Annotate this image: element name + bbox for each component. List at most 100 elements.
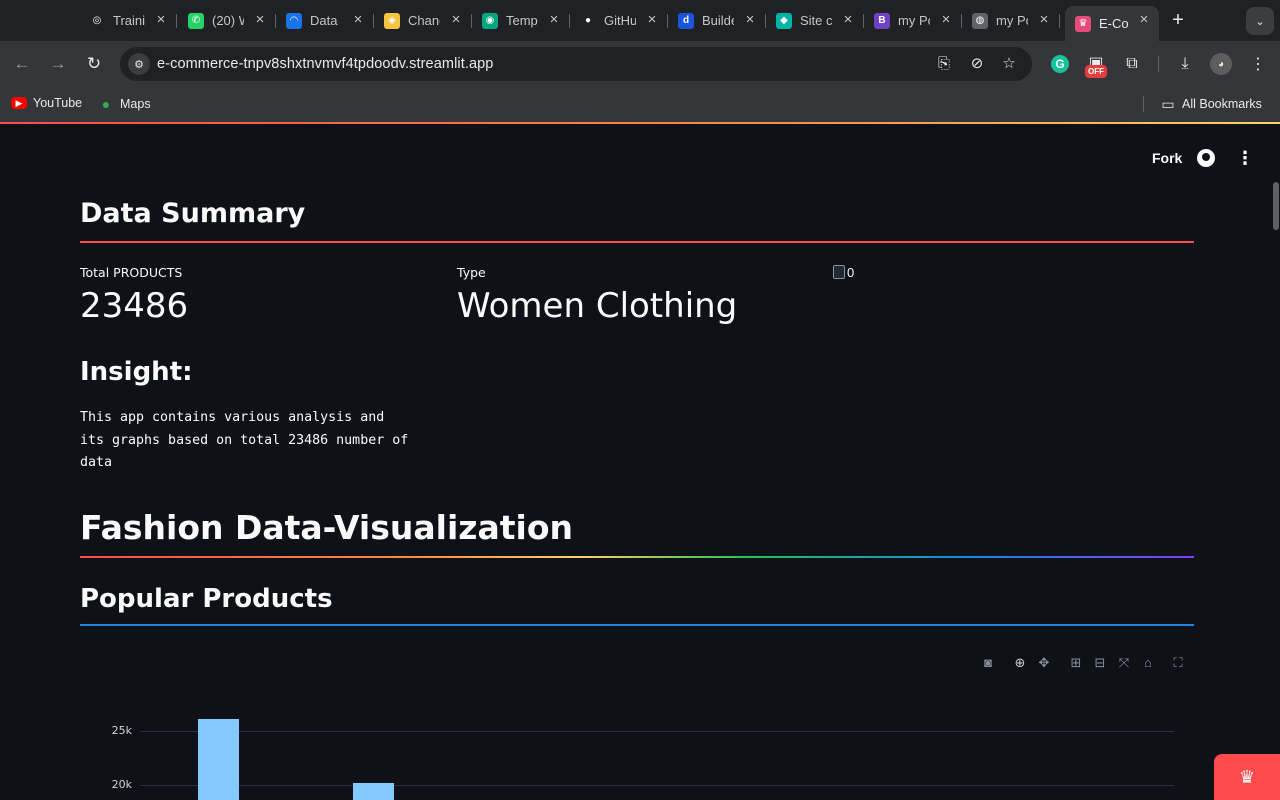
tab-close-icon[interactable]: × xyxy=(1037,12,1051,27)
browser-toolbar: ← → ↻ ⚙ e-commerce-tnpv8shxtnvmvf4tpdood… xyxy=(0,41,1280,87)
pan-icon[interactable]: ✥ xyxy=(1036,655,1052,671)
data-summary-heading: Data Summary xyxy=(80,198,306,229)
streamlit-crown-icon[interactable]: ♛ xyxy=(1214,754,1280,800)
eye-off-icon[interactable]: ⊘ xyxy=(968,55,986,73)
extension-off-badge: OFF xyxy=(1085,65,1107,78)
popular-products-chart: 25k 20k xyxy=(80,684,1194,800)
browser-tab[interactable]: ◠ Data S × xyxy=(277,6,374,35)
download-icon[interactable]: ⤓ xyxy=(1174,53,1196,75)
tab-title: E-Co xyxy=(1099,16,1129,31)
tab-favicon-icon: ◈ xyxy=(384,12,400,29)
scrollbar-thumb[interactable] xyxy=(1273,182,1279,230)
grammarly-extension-icon[interactable]: G xyxy=(1051,55,1069,73)
tab-favicon-icon: ◉ xyxy=(482,12,498,29)
insight-heading: Insight: xyxy=(80,357,193,387)
site-info-icon[interactable]: ⚙ xyxy=(128,53,150,75)
streamlit-app: Fork ⋮ Data Summary Total PRODUCTS 23486… xyxy=(0,124,1280,800)
browser-tab[interactable]: d Builder × xyxy=(669,6,766,35)
autoscale-icon[interactable]: ⤧ xyxy=(1116,655,1132,671)
broken-image-alt: 0 xyxy=(847,264,855,280)
chart-gridline xyxy=(140,731,1174,732)
y-tick-label: 25k xyxy=(111,724,132,737)
tab-close-icon[interactable]: × xyxy=(841,12,855,27)
browser-tab[interactable]: ◉ Tempo × xyxy=(473,6,570,35)
browser-tab[interactable]: ◈ Chang × xyxy=(375,6,472,35)
chart-bar[interactable] xyxy=(353,782,394,800)
extensions-puzzle-icon[interactable]: ⧉ xyxy=(1121,53,1143,75)
zoom-icon[interactable]: ⊕ xyxy=(1012,655,1028,671)
tab-search-button[interactable]: ⌄ xyxy=(1246,7,1274,35)
tab-close-icon[interactable]: × xyxy=(645,12,659,27)
browser-tab[interactable]: ● GitHub × xyxy=(571,6,668,35)
metric-label-type: Type xyxy=(457,265,486,280)
tab-favicon-icon: ◆ xyxy=(776,12,792,29)
browser-tab[interactable]: ◎ Trainin × xyxy=(80,6,177,35)
bookmark-maps[interactable]: ● Maps xyxy=(98,96,151,112)
folder-icon: ▭ xyxy=(1161,95,1175,112)
all-bookmarks-label: All Bookmarks xyxy=(1182,97,1262,111)
tab-close-icon[interactable]: × xyxy=(154,12,168,27)
broken-image: 0 xyxy=(833,262,859,282)
y-tick-label: 20k xyxy=(111,778,132,791)
insight-text: This app contains various analysis and i… xyxy=(80,410,417,470)
metric-value-total-products: 23486 xyxy=(80,286,189,326)
camera-icon[interactable]: ◙ xyxy=(980,655,996,671)
install-app-icon[interactable]: ⎘ xyxy=(935,55,953,73)
fullscreen-icon[interactable]: ⛶ xyxy=(1170,655,1186,671)
bookmarks-divider xyxy=(1143,96,1144,112)
back-button[interactable]: ← xyxy=(11,53,33,75)
browser-tab[interactable]: ♛ E-Co × xyxy=(1065,6,1159,41)
browser-tab[interactable]: ✆ (20) W × xyxy=(179,6,276,35)
tab-favicon-icon: d xyxy=(678,12,694,29)
metric-label-total-products: Total PRODUCTS xyxy=(80,265,183,280)
visualization-heading: Fashion Data-Visualization xyxy=(80,508,574,547)
tab-title: Data S xyxy=(310,13,342,28)
main-menu-icon[interactable]: ⋮ xyxy=(1236,148,1254,168)
github-icon[interactable] xyxy=(1197,149,1215,167)
zoom-out-icon[interactable]: ⊟ xyxy=(1092,655,1108,671)
popular-products-heading: Popular Products xyxy=(80,584,333,614)
reload-button[interactable]: ↻ xyxy=(83,53,105,75)
bookmark-label: YouTube xyxy=(33,96,83,110)
tab-title: my Po xyxy=(996,13,1028,28)
browser-menu-icon[interactable]: ⋮ xyxy=(1247,53,1269,75)
tab-title: Tempo xyxy=(506,13,538,28)
browser-tab[interactable]: ◍ my Po × xyxy=(963,6,1060,35)
browser-tab[interactable]: Bmy Po × xyxy=(865,6,962,35)
url-text[interactable]: e-commerce-tnpv8shxtnvmvf4tpdoodv.stream… xyxy=(157,56,493,72)
visualization-divider xyxy=(80,556,1194,558)
zoom-in-icon[interactable]: ⊞ xyxy=(1068,655,1084,671)
youtube-icon: ▶ xyxy=(11,97,27,109)
reset-axes-home-icon[interactable]: ⌂ xyxy=(1140,655,1156,671)
new-tab-button[interactable]: + xyxy=(1168,10,1188,30)
tab-favicon-icon: ◍ xyxy=(972,12,988,29)
bookmark-star-icon[interactable]: ☆ xyxy=(1000,55,1018,73)
bookmark-youtube[interactable]: ▶ YouTube xyxy=(11,96,82,110)
broken-image-icon xyxy=(833,265,845,279)
toolbar-divider xyxy=(1158,56,1159,72)
profile-avatar[interactable]: ◕ xyxy=(1210,53,1232,75)
address-bar[interactable]: ⚙ e-commerce-tnpv8shxtnvmvf4tpdoodv.stre… xyxy=(120,47,1032,81)
tab-favicon-icon: ● xyxy=(580,12,596,29)
tab-title: Builder xyxy=(702,13,734,28)
tab-favicon-icon: B xyxy=(874,12,890,29)
tab-close-icon[interactable]: × xyxy=(743,12,757,27)
metric-value-type: Women Clothing xyxy=(457,286,738,326)
tab-close-icon[interactable]: × xyxy=(253,12,267,27)
tab-close-icon[interactable]: × xyxy=(547,12,561,27)
chart-gridline xyxy=(140,785,1174,786)
all-bookmarks-button[interactable]: ▭ All Bookmarks xyxy=(1160,96,1262,112)
browser-tab[interactable]: ◆ Site co × xyxy=(767,6,864,35)
tab-favicon-icon: ✆ xyxy=(188,12,204,29)
tab-close-icon[interactable]: × xyxy=(449,12,463,27)
tab-title: GitHub xyxy=(604,13,636,28)
tab-title: (20) W xyxy=(212,13,244,28)
tab-title: my Po xyxy=(898,13,930,28)
tab-close-icon[interactable]: × xyxy=(351,12,365,27)
forward-button[interactable]: → xyxy=(47,53,69,75)
bookmarks-bar xyxy=(0,87,1280,122)
fork-button[interactable]: Fork xyxy=(1152,150,1182,166)
chart-bar[interactable] xyxy=(198,719,239,800)
tab-close-icon[interactable]: × xyxy=(1137,12,1151,27)
tab-close-icon[interactable]: × xyxy=(939,12,953,27)
